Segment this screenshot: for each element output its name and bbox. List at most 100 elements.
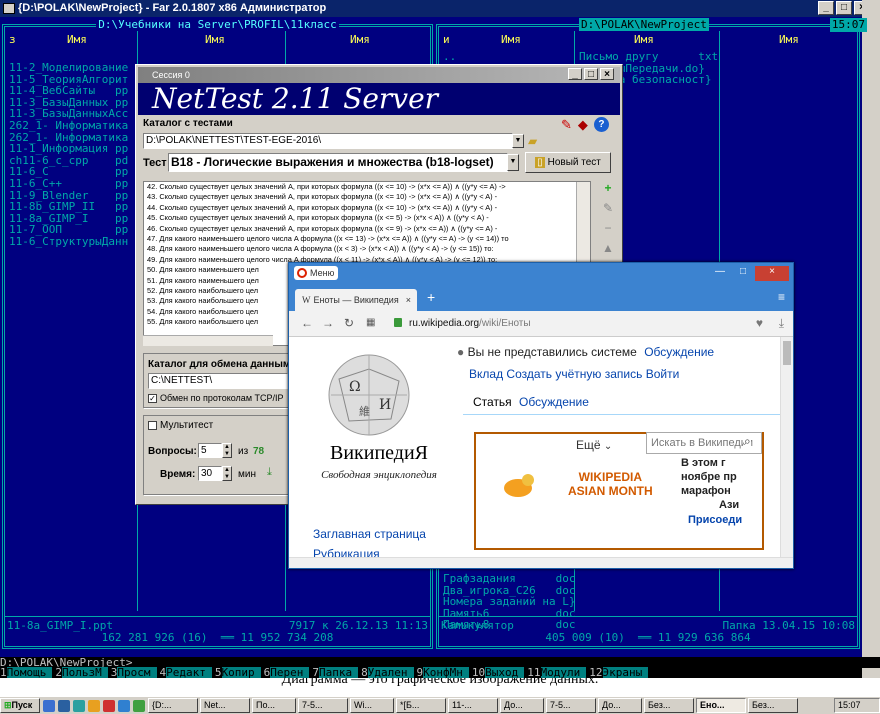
quicklaunch-icon[interactable] <box>133 699 145 712</box>
move-up-icon[interactable]: ▲ <box>599 241 617 261</box>
bookmark-heart-icon[interactable]: ♥ <box>756 316 763 330</box>
multitest-checkbox[interactable]: Мультитест <box>148 420 213 431</box>
question-item[interactable]: 46. Сколько существует целых значений A,… <box>144 224 590 234</box>
taskbar-item[interactable]: До... <box>500 698 544 713</box>
question-item[interactable]: 47. Для какого наименьшего целого числа … <box>144 234 590 244</box>
quicklaunch-icon[interactable] <box>88 699 100 712</box>
fkey-10[interactable]: 10 Выход <box>472 667 525 678</box>
test-dropdown-arrow[interactable]: ▼ <box>507 154 519 171</box>
new-test-button[interactable]: ▯ Новый тест <box>525 152 611 173</box>
download-icon[interactable]: ⤓ <box>779 316 784 331</box>
browser-vscrollbar[interactable] <box>780 337 793 557</box>
question-item[interactable]: 48. Для какого наименьшего целого числа … <box>144 244 590 254</box>
taskbar-item[interactable]: *[Б... <box>396 698 446 713</box>
right-totals: 405 009 (10) ══ 11 929 636 864 <box>545 631 751 644</box>
reload-icon[interactable]: ↻ <box>344 316 354 330</box>
user-talk-link[interactable]: Обсуждение <box>644 345 714 359</box>
fkey-9[interactable]: 9 КонфМн <box>417 667 469 678</box>
taskbar-item[interactable]: Wi... <box>350 698 394 713</box>
scroll-thumb[interactable] <box>783 341 791 365</box>
time-input[interactable]: 30 <box>198 466 222 481</box>
rubrics-link[interactable]: Рубрикация <box>313 547 380 557</box>
address-bar[interactable]: ru.wikipedia.org/wiki/Еноты <box>409 318 531 329</box>
question-item[interactable]: 45. Сколько существует целых значений A,… <box>144 213 590 223</box>
minimize-button[interactable]: — <box>709 266 731 281</box>
fkey-2[interactable]: 2 ПользМ <box>55 667 108 678</box>
search-icon[interactable]: ⌕ <box>744 434 751 449</box>
tab-talk[interactable]: Обсуждение <box>519 395 589 409</box>
quicklaunch-icon[interactable] <box>103 699 115 712</box>
fkey-1[interactable]: 1 Помощь <box>0 667 53 678</box>
taskbar-item[interactable]: {D:... <box>148 698 198 713</box>
taskbar-item[interactable]: 11-... <box>448 698 498 713</box>
pin-icon[interactable]: ✎ <box>561 117 572 133</box>
taskbar-item[interactable]: Ено... <box>696 698 746 713</box>
speed-dial-icon[interactable]: ▦ <box>366 317 375 328</box>
new-tab-icon[interactable]: + <box>427 289 435 305</box>
main-page-link[interactable]: Заглавная страница <box>313 527 426 541</box>
fkey-7[interactable]: 7 Папка <box>312 667 359 678</box>
minimize-button[interactable]: _ <box>818 1 834 15</box>
taskbar-item[interactable]: Net... <box>200 698 250 713</box>
fkey-6[interactable]: 6 Перен <box>264 667 310 678</box>
tab-article[interactable]: Статья <box>469 395 516 409</box>
taskbar-item[interactable]: Без... <box>748 698 798 713</box>
taskbar-item[interactable]: 7-5... <box>546 698 596 713</box>
close-button[interactable]: × <box>600 68 614 80</box>
tcp-checkbox[interactable]: ✓ Обмен по протоколам TCP/IP <box>148 393 284 404</box>
remove-icon[interactable]: − <box>599 221 617 241</box>
test-select[interactable]: B18 - Логические выражения и множества (… <box>168 153 508 172</box>
questions-spinner[interactable]: ▲ ▼ <box>222 443 232 458</box>
catalog-dropdown-arrow[interactable]: ▼ <box>512 134 524 148</box>
close-button[interactable]: × <box>755 266 789 281</box>
help-icon[interactable]: ? <box>593 117 609 132</box>
banner-join-link[interactable]: Присоеди <box>688 514 742 526</box>
folder-icon[interactable]: ▰ <box>528 134 537 148</box>
opera-menu-button[interactable]: Меню <box>294 266 339 280</box>
taskbar-item[interactable]: 7-5... <box>298 698 348 713</box>
back-icon[interactable]: ← <box>301 316 313 330</box>
question-item[interactable]: 42. Сколько существует целых значений A,… <box>144 182 590 192</box>
minimize-button[interactable]: _ <box>568 68 582 80</box>
quicklaunch-icon[interactable] <box>43 699 55 712</box>
fkey-12[interactable]: 12 Экраны <box>589 667 649 678</box>
asian-month-banner[interactable]: Ещё ⌄ Искать в Википедии ⌕ WIKIPEDIA ASIA… <box>474 432 764 550</box>
exchange-path-input[interactable]: C:\NETTEST\ <box>148 373 288 389</box>
question-list-hscrollbar[interactable] <box>143 335 273 346</box>
browser-hscrollbar[interactable] <box>289 557 793 568</box>
taskbar-item[interactable]: Без... <box>644 698 694 713</box>
quicklaunch-icon[interactable] <box>118 699 130 712</box>
create-account-link[interactable]: Создать учётную запись <box>506 367 642 381</box>
fkey-3[interactable]: 3 Просм <box>111 667 157 678</box>
fkey-8[interactable]: 8 Удален <box>361 667 414 678</box>
question-item[interactable]: 43. Сколько существует целых значений A,… <box>144 192 590 202</box>
time-spinner[interactable]: ▲ ▼ <box>222 466 232 481</box>
fkey-11[interactable]: 11 Модули <box>527 667 587 678</box>
contrib-link[interactable]: Вклад <box>469 367 503 381</box>
question-item[interactable]: 44. Сколько существует целых значений A,… <box>144 203 590 213</box>
forward-icon[interactable]: → <box>322 316 334 330</box>
maximize-button[interactable]: □ <box>584 68 598 80</box>
quicklaunch-icon[interactable] <box>73 699 85 712</box>
page-tabs: Статья Обсуждение <box>463 393 780 415</box>
start-button[interactable]: ⊞Пуск <box>0 698 40 713</box>
fkey-4[interactable]: 4 Редакт <box>160 667 212 678</box>
tab-wikipedia[interactable]: W Еноты — Википедия × <box>295 289 417 311</box>
download-icon[interactable]: ⤓ <box>267 466 272 479</box>
edit-icon[interactable]: ✎ <box>599 201 617 221</box>
left-file-list[interactable]: 11-2_Моделирование 11-5_ТеорияАлгорит 11… <box>9 62 128 248</box>
taskbar-item[interactable]: До... <box>598 698 642 713</box>
tab-close-icon[interactable]: × <box>406 289 411 311</box>
book-icon[interactable]: ◆ <box>578 117 588 133</box>
fkey-5[interactable]: 5 Копир <box>215 667 261 678</box>
taskbar-item[interactable]: По... <box>252 698 296 713</box>
more-menu[interactable]: Ещё ⌄ <box>576 438 612 452</box>
tab-menu-icon[interactable]: ≡ <box>778 290 785 304</box>
login-link[interactable]: Войти <box>646 367 680 381</box>
catalog-path-input[interactable]: D:\POLAK\NETTEST\TEST-EGE-2016\ <box>143 133 513 149</box>
maximize-button[interactable]: □ <box>836 1 852 15</box>
questions-input[interactable]: 5 <box>198 443 222 458</box>
quicklaunch-icon[interactable] <box>58 699 70 712</box>
maximize-button[interactable]: □ <box>732 266 754 281</box>
add-icon[interactable]: + <box>599 181 617 201</box>
